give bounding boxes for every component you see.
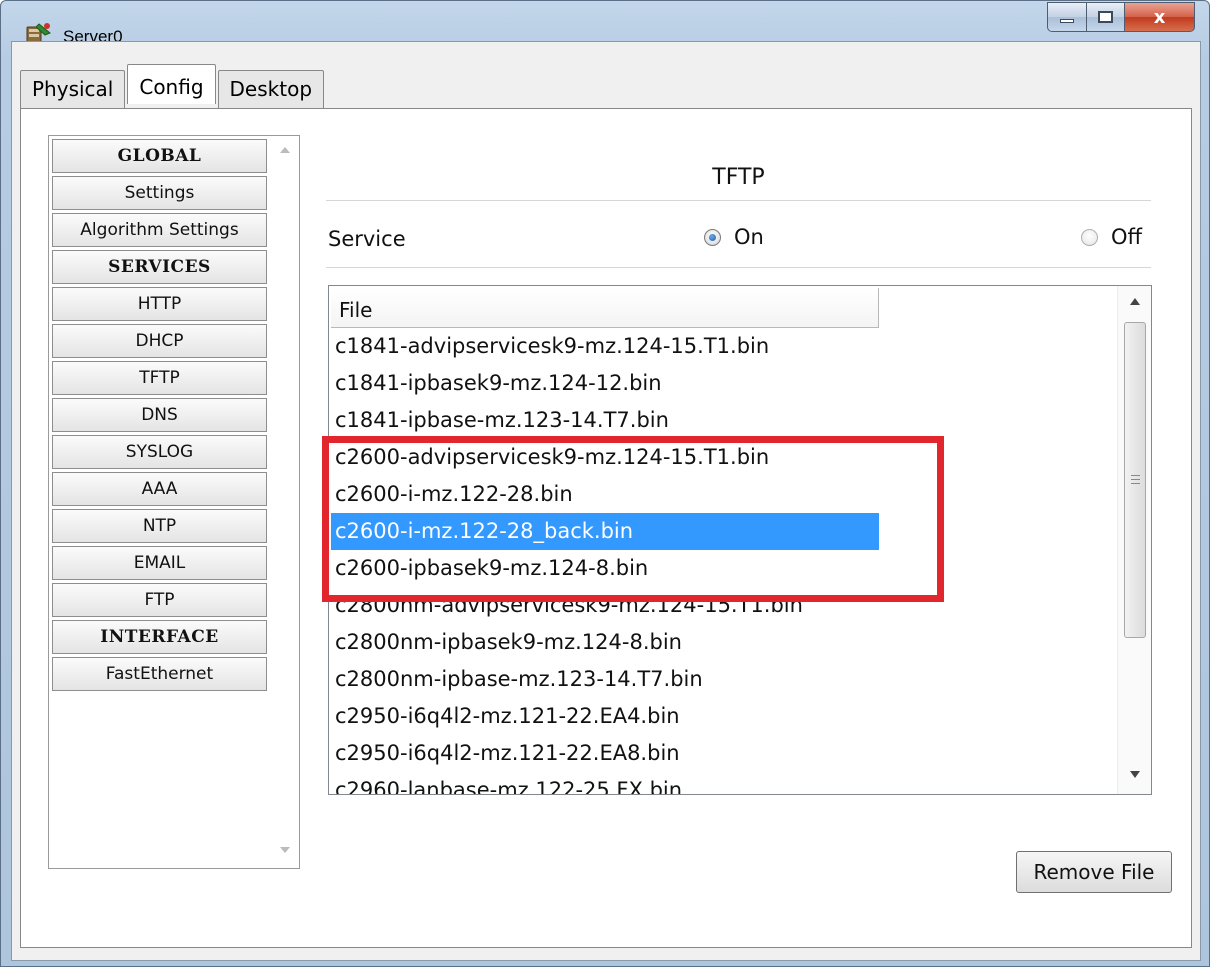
sidebar-item-http[interactable]: HTTP (52, 287, 267, 321)
sidebar-item-algorithm-settings[interactable]: Algorithm Settings (52, 213, 267, 247)
service-off-label: Off (1111, 225, 1142, 249)
service-on-radio[interactable]: On (704, 225, 764, 249)
minimize-button[interactable] (1047, 2, 1087, 32)
sidebar-item-ftp[interactable]: FTP (52, 583, 267, 617)
scroll-down-icon[interactable] (280, 847, 290, 853)
divider (326, 200, 1151, 202)
window-controls: x (1047, 2, 1195, 32)
sidebar-header-global: GLOBAL (52, 139, 267, 173)
list-item[interactable]: c2950-i6q4l2-mz.121-22.EA8.bin (331, 735, 879, 772)
sidebar-item-dns[interactable]: DNS (52, 398, 267, 432)
sidebar-item-dhcp[interactable]: DHCP (52, 324, 267, 358)
radio-checked-icon[interactable] (704, 228, 721, 246)
list-item[interactable]: c2800nm-ipbasek9-mz.124-8.bin (331, 624, 879, 661)
sidebar-scrollbar[interactable] (271, 139, 297, 865)
remove-file-button[interactable]: Remove File (1016, 851, 1172, 893)
minimize-icon (1060, 19, 1074, 23)
divider (326, 267, 1151, 269)
scroll-up-icon[interactable] (280, 147, 290, 153)
page-title: TFTP (712, 165, 765, 190)
list-item[interactable]: c2950-i6q4l2-mz.121-22.EA4.bin (331, 698, 879, 735)
file-list-scrollbar[interactable] (1117, 286, 1151, 794)
sidebar-header-interface: INTERFACE (52, 620, 267, 654)
list-item[interactable]: c2960-lanbase-mz.122-25.FX.bin (331, 772, 879, 794)
close-button[interactable]: x (1125, 2, 1195, 32)
sidebar-item-email[interactable]: EMAIL (52, 546, 267, 580)
sidebar-item-ntp[interactable]: NTP (52, 509, 267, 543)
service-label: Service (328, 227, 406, 251)
list-item[interactable]: c1841-ipbase-mz.123-14.T7.bin (331, 402, 879, 439)
close-icon: x (1153, 6, 1166, 28)
scroll-up-icon[interactable] (1130, 298, 1140, 305)
sidebar-item-syslog[interactable]: SYSLOG (52, 435, 267, 469)
config-sidebar: GLOBAL Settings Algorithm Settings SERVI… (48, 135, 300, 869)
radio-unchecked-icon[interactable] (1081, 228, 1098, 246)
service-off-radio[interactable]: Off (1081, 225, 1142, 249)
tab-desktop[interactable]: Desktop (217, 70, 325, 108)
service-on-label: On (734, 225, 764, 249)
list-item[interactable]: c1841-advipservicesk9-mz.124-15.T1.bin (331, 328, 879, 365)
scrollbar-thumb[interactable] (1124, 322, 1146, 638)
sidebar-item-aaa[interactable]: AAA (52, 472, 267, 506)
sidebar-header-services: SERVICES (52, 250, 267, 284)
list-item[interactable]: c1841-ipbasek9-mz.124-12.bin (331, 365, 879, 402)
file-column-header[interactable]: File (331, 288, 879, 328)
tab-bar: Physical Config Desktop (20, 64, 326, 108)
sidebar-item-fastethernet[interactable]: FastEthernet (52, 657, 267, 691)
scroll-down-icon[interactable] (1130, 771, 1140, 778)
list-item[interactable]: c2800nm-ipbase-mz.123-14.T7.bin (331, 661, 879, 698)
tab-physical[interactable]: Physical (20, 70, 126, 108)
sidebar-item-tftp[interactable]: TFTP (52, 361, 267, 395)
tab-config[interactable]: Config (127, 64, 216, 104)
sidebar-list: GLOBAL Settings Algorithm Settings SERVI… (52, 139, 267, 694)
annotation-highlight-box (322, 436, 944, 602)
grip-line (1131, 475, 1140, 476)
maximize-icon (1098, 11, 1113, 23)
maximize-button[interactable] (1087, 2, 1125, 32)
grip-line (1131, 479, 1140, 480)
grip-line (1131, 483, 1140, 484)
title-bar[interactable]: Server0 x (1, 1, 1209, 46)
sidebar-item-settings[interactable]: Settings (52, 176, 267, 210)
